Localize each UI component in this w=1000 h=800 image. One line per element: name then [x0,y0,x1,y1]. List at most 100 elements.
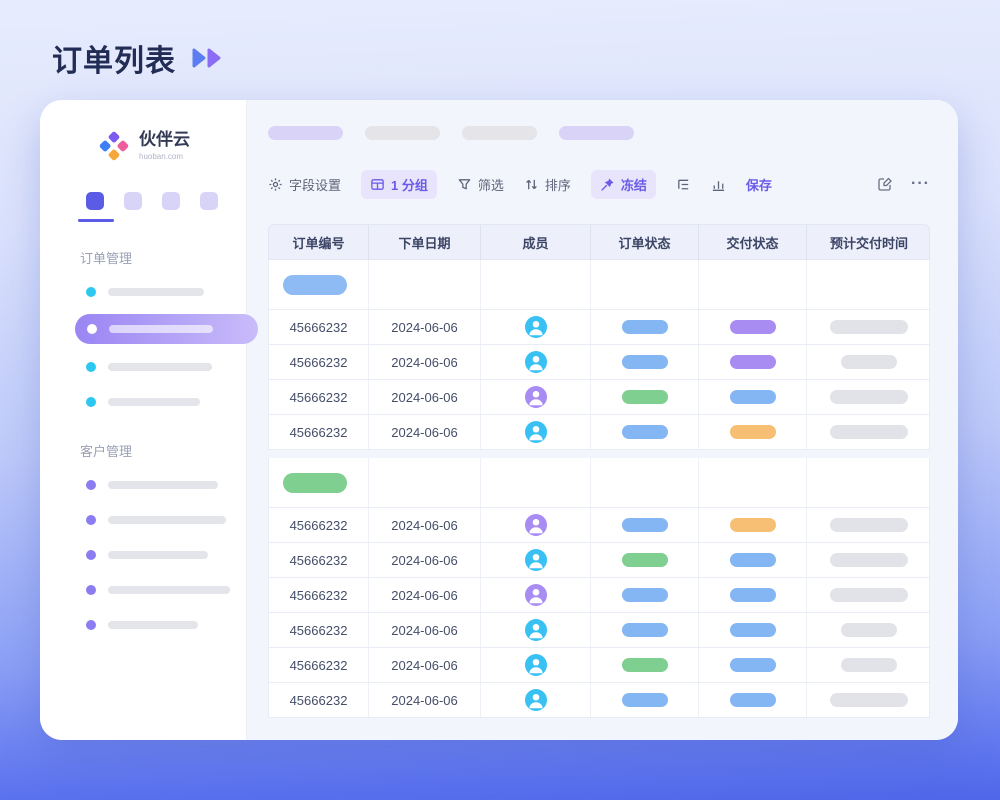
filter-button[interactable]: 筛选 [457,175,504,194]
member-cell[interactable] [481,310,591,344]
order-status-cell[interactable] [591,648,699,682]
column-header[interactable]: 下单日期 [369,225,481,259]
sidebar-item[interactable] [40,354,246,380]
more-button[interactable]: ··· [911,175,930,193]
table-row[interactable]: 456662322024-06-06 [268,345,930,380]
table-row[interactable]: 456662322024-06-06 [268,543,930,578]
delivery-status-cell[interactable] [699,613,807,647]
delivery-status-cell[interactable] [699,508,807,542]
sidebar-item[interactable] [40,542,246,568]
order-no-cell[interactable]: 45666232 [269,380,369,414]
eta-cell[interactable] [807,648,931,682]
order-date-cell[interactable]: 2024-06-06 [369,543,481,577]
eta-cell[interactable] [807,508,931,542]
table-row[interactable]: 456662322024-06-06 [268,310,930,345]
eta-cell[interactable] [807,683,931,717]
order-no-cell[interactable]: 45666232 [269,310,369,344]
order-no-cell[interactable]: 45666232 [269,543,369,577]
nav-tab[interactable] [86,192,104,210]
nav-tab[interactable] [162,192,180,210]
order-date-cell[interactable]: 2024-06-06 [369,508,481,542]
member-cell[interactable] [481,613,591,647]
sidebar-item[interactable] [40,577,246,603]
delivery-status-cell[interactable] [699,380,807,414]
member-cell[interactable] [481,380,591,414]
order-no-cell[interactable]: 45666232 [269,415,369,449]
member-cell[interactable] [481,543,591,577]
delivery-status-cell[interactable] [699,310,807,344]
order-status-cell[interactable] [591,683,699,717]
column-header[interactable]: 预计交付时间 [807,225,931,259]
group-header-row[interactable] [268,458,930,508]
table-row[interactable]: 456662322024-06-06 [268,683,930,718]
eta-cell[interactable] [807,380,931,414]
delivery-status-cell[interactable] [699,683,807,717]
order-no-cell[interactable]: 45666232 [269,508,369,542]
sort-button[interactable]: 排序 [524,175,571,194]
field-settings-button[interactable]: 字段设置 [268,175,341,194]
table-row[interactable]: 456662322024-06-06 [268,380,930,415]
sidebar-item[interactable] [40,279,246,305]
column-header[interactable]: 成员 [481,225,591,259]
order-date-cell[interactable]: 2024-06-06 [369,380,481,414]
freeze-button[interactable]: 冻结 [591,170,656,199]
group-label-pill[interactable] [283,473,347,493]
group-button[interactable]: 1 分组 [361,170,437,199]
order-no-cell[interactable]: 45666232 [269,683,369,717]
order-status-cell[interactable] [591,310,699,344]
sidebar-item[interactable] [40,472,246,498]
order-date-cell[interactable]: 2024-06-06 [369,345,481,379]
eta-cell[interactable] [807,578,931,612]
delivery-status-cell[interactable] [699,648,807,682]
member-cell[interactable] [481,415,591,449]
group-header-row[interactable] [268,260,930,310]
member-cell[interactable] [481,648,591,682]
delivery-status-cell[interactable] [699,578,807,612]
order-no-cell[interactable]: 45666232 [269,345,369,379]
share-button[interactable] [877,176,893,192]
table-row[interactable]: 456662322024-06-06 [268,613,930,648]
nav-tab[interactable] [200,192,218,210]
sidebar-item-active[interactable] [75,314,258,344]
order-status-cell[interactable] [591,543,699,577]
order-no-cell[interactable]: 45666232 [269,578,369,612]
sidebar-item[interactable] [40,389,246,415]
order-date-cell[interactable]: 2024-06-06 [369,613,481,647]
sidebar-item[interactable] [40,507,246,533]
order-no-cell[interactable]: 45666232 [269,648,369,682]
member-cell[interactable] [481,345,591,379]
delivery-status-cell[interactable] [699,345,807,379]
table-row[interactable]: 456662322024-06-06 [268,508,930,543]
member-cell[interactable] [481,508,591,542]
save-button[interactable]: 保存 [746,175,772,194]
order-date-cell[interactable]: 2024-06-06 [369,310,481,344]
order-date-cell[interactable]: 2024-06-06 [369,415,481,449]
order-status-cell[interactable] [591,380,699,414]
eta-cell[interactable] [807,613,931,647]
delivery-status-cell[interactable] [699,415,807,449]
column-header[interactable]: 订单编号 [269,225,369,259]
sidebar-item[interactable] [40,612,246,638]
nav-tab[interactable] [124,192,142,210]
eta-cell[interactable] [807,543,931,577]
member-cell[interactable] [481,683,591,717]
order-status-cell[interactable] [591,613,699,647]
table-row[interactable]: 456662322024-06-06 [268,415,930,450]
order-date-cell[interactable]: 2024-06-06 [369,578,481,612]
order-status-cell[interactable] [591,415,699,449]
table-row[interactable]: 456662322024-06-06 [268,578,930,613]
order-status-cell[interactable] [591,508,699,542]
row-height-button[interactable] [676,177,691,192]
column-header[interactable]: 订单状态 [591,225,699,259]
order-date-cell[interactable]: 2024-06-06 [369,648,481,682]
table-row[interactable]: 456662322024-06-06 [268,648,930,683]
column-header[interactable]: 交付状态 [699,225,807,259]
chart-view-button[interactable] [711,177,726,192]
eta-cell[interactable] [807,415,931,449]
eta-cell[interactable] [807,345,931,379]
order-status-cell[interactable] [591,345,699,379]
member-cell[interactable] [481,578,591,612]
order-status-cell[interactable] [591,578,699,612]
order-no-cell[interactable]: 45666232 [269,613,369,647]
group-label-pill[interactable] [283,275,347,295]
